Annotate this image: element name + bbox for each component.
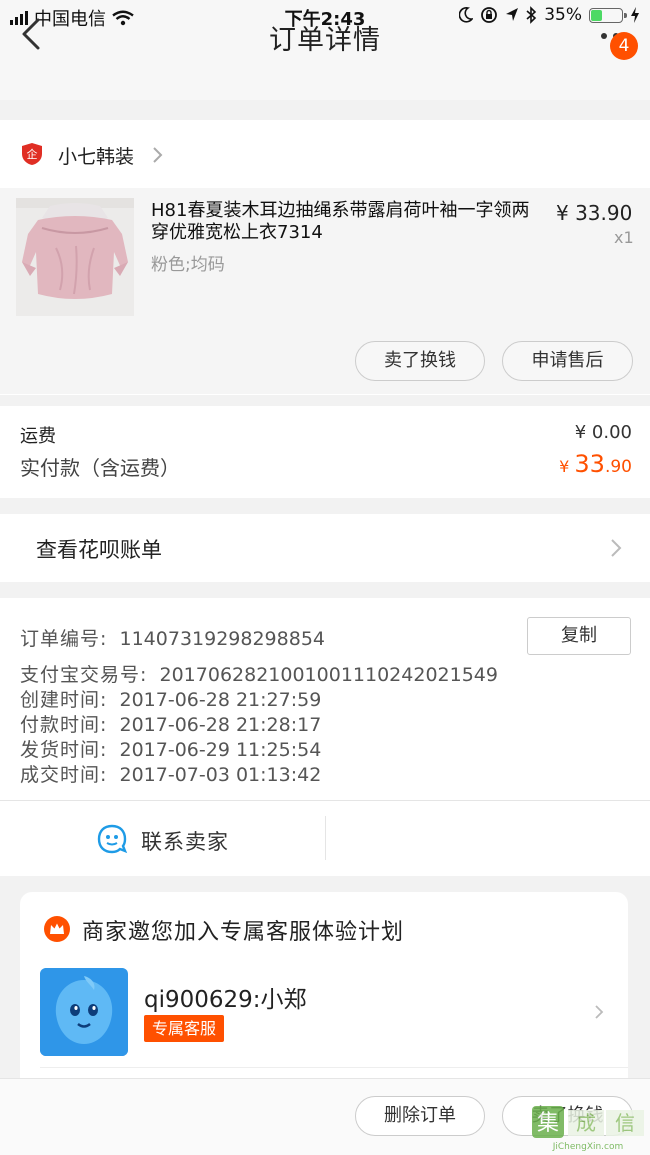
paid-time-label: 付款时间:: [20, 714, 108, 736]
paid-integer: 33: [574, 450, 605, 478]
paid-decimal: .90: [604, 457, 632, 477]
completed-row: 成交时间: 2017-07-03 01:13:42: [20, 760, 321, 787]
svg-text:JiChengXin.com: JiChengXin.com: [552, 1142, 624, 1152]
product-price: ¥ 33.90: [556, 201, 633, 225]
alipay-label: 支付宝交易号:: [20, 664, 148, 686]
created-label: 创建时间:: [20, 689, 108, 711]
svg-text:成: 成: [576, 1111, 596, 1135]
delete-order-button[interactable]: 删除订单: [355, 1096, 485, 1136]
site-watermark-logo: 集 成 信 JiChengXin.com: [532, 1106, 644, 1152]
svg-text:集: 集: [537, 1111, 559, 1136]
product-spec: 粉色;均码: [151, 255, 225, 275]
service-contact-id[interactable]: qi900629:小郑: [144, 980, 307, 1014]
shop-name[interactable]: 小七韩装: [58, 142, 134, 169]
chevron-right-icon[interactable]: [594, 1004, 604, 1020]
svg-text:企: 企: [27, 147, 38, 161]
order-number-label: 订单编号:: [20, 628, 108, 650]
page-title: 订单详情: [269, 25, 381, 56]
divider: [0, 800, 650, 801]
huabei-label[interactable]: 查看花呗账单: [36, 534, 162, 564]
copy-button[interactable]: 复制: [527, 617, 631, 655]
after-sales-button[interactable]: 申请售后: [502, 341, 633, 381]
order-number-row: 订单编号: 11407319298298854: [20, 624, 325, 651]
product-quantity: x1: [614, 228, 634, 247]
divider-vertical: [325, 816, 326, 860]
message-badge: 4: [610, 32, 638, 60]
chevron-right-icon[interactable]: [152, 146, 164, 164]
created-row: 创建时间: 2017-06-28 21:27:59: [20, 685, 321, 712]
paid-row: 付款时间: 2017-06-28 21:28:17: [20, 710, 321, 737]
paid-time: 2017-06-28 21:28:17: [119, 714, 322, 736]
svg-text:信: 信: [615, 1111, 635, 1135]
shipped-label: 发货时间:: [20, 739, 108, 761]
divider: [40, 1067, 628, 1068]
paid-label: 实付款（含运费）: [20, 456, 180, 480]
alipay-row: 支付宝交易号: 2017062821001001110242021549: [20, 660, 498, 687]
contact-seller-button[interactable]: 联系卖家: [141, 826, 229, 856]
product-thumbnail[interactable]: [16, 198, 134, 316]
completed-time: 2017-07-03 01:13:42: [119, 764, 322, 786]
shipped-row: 发货时间: 2017-06-29 11:25:54: [20, 735, 321, 762]
paid-amount: ¥ 33.90: [540, 450, 632, 478]
order-number: 11407319298298854: [119, 628, 326, 650]
invite-title: 商家邀您加入专属客服体验计划: [82, 920, 405, 945]
paid-currency: ¥: [559, 457, 575, 476]
exclusive-service-tag: 专属客服: [144, 1015, 225, 1042]
crown-icon: [44, 916, 70, 942]
chevron-right-icon[interactable]: [610, 538, 622, 558]
completed-label: 成交时间:: [20, 764, 108, 786]
wangwang-icon[interactable]: [96, 823, 128, 855]
created-time: 2017-06-28 21:27:59: [119, 689, 322, 711]
alipay-number: 2017062821001001110242021549: [159, 664, 498, 686]
product-title[interactable]: H81春夏装木耳边抽绳系带露肩荷叶袖一字领两穿优雅宽松上衣7314: [151, 200, 541, 244]
service-avatar[interactable]: [40, 968, 128, 1056]
shipping-value: ¥ 0.00: [574, 422, 632, 443]
shipping-label: 运费: [20, 426, 56, 447]
shipped-time: 2017-06-29 11:25:54: [119, 739, 322, 761]
sell-for-cash-button[interactable]: 卖了换钱: [355, 341, 485, 381]
seller-badge-icon: 企: [22, 143, 42, 165]
